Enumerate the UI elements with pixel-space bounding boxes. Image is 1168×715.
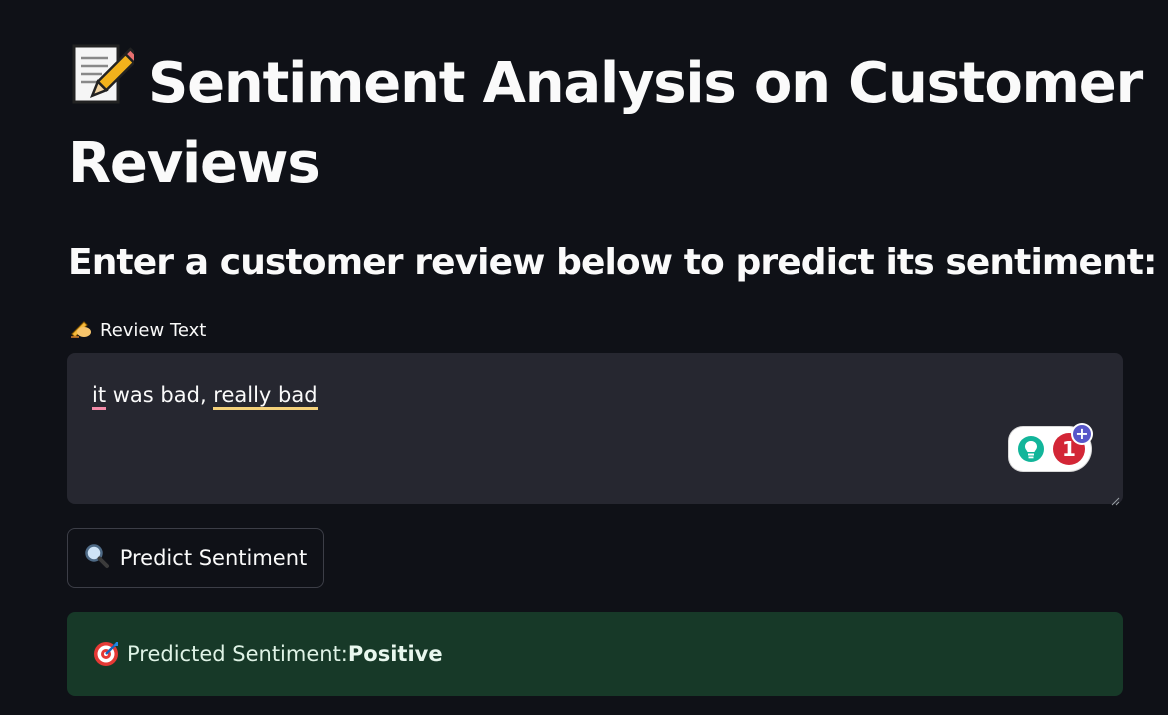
page-title: Sentiment Analysis on Customer Reviews: [68, 42, 1148, 201]
app-main: Sentiment Analysis on Customer Reviews E…: [0, 0, 1168, 715]
plus-icon[interactable]: +: [1073, 425, 1091, 443]
review-textarea[interactable]: it was bad, really bad 1 +: [67, 353, 1123, 506]
prediction-result-alert: Predicted Sentiment: Positive: [67, 612, 1123, 696]
review-textarea-value[interactable]: it was bad, really bad: [92, 381, 318, 410]
target-icon: [93, 641, 119, 667]
writing-hand-icon: [70, 318, 92, 344]
page-title-text: Sentiment Analysis on Customer Reviews: [68, 51, 1143, 196]
page-subtitle: Enter a customer review below to predict…: [68, 242, 1157, 283]
review-word-flagged: it: [92, 383, 107, 410]
resize-handle-icon[interactable]: [1110, 491, 1120, 506]
review-text-middle: was bad,: [106, 383, 214, 407]
prediction-result-value: Positive: [347, 642, 443, 666]
prediction-result-label: Predicted Sentiment:: [127, 642, 348, 666]
review-text-label-text: Review Text: [100, 320, 207, 341]
grammar-assistant-widget[interactable]: 1 +: [1009, 425, 1091, 471]
review-text-label: Review Text: [70, 318, 206, 344]
lightbulb-icon: [1017, 435, 1045, 467]
predict-sentiment-button-label: Predict Sentiment: [119, 546, 308, 570]
review-phrase-flagged: really bad: [213, 383, 318, 410]
memo-pencil-icon: [68, 42, 141, 127]
magnifier-icon: [84, 543, 110, 574]
predict-sentiment-button[interactable]: Predict Sentiment: [67, 528, 324, 588]
